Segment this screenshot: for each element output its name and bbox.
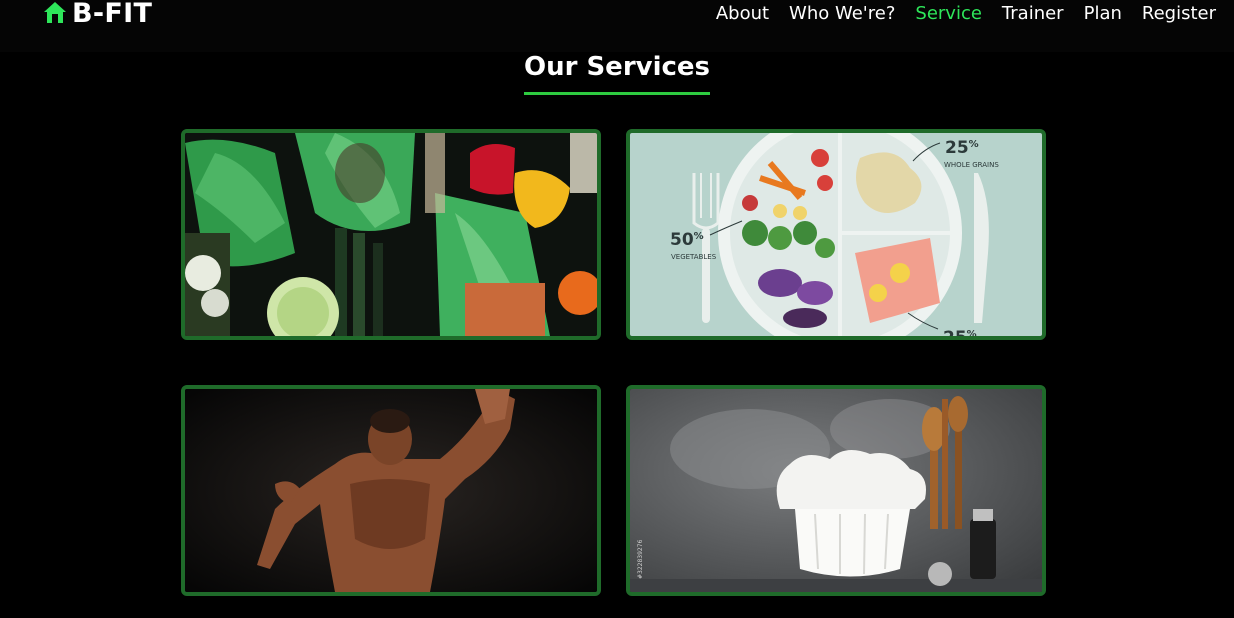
nav-register[interactable]: Register xyxy=(1142,3,1216,24)
chef-hat-image: #322839276 xyxy=(630,389,1042,592)
svg-text:25%: 25% xyxy=(943,328,977,336)
nav-service[interactable]: Service xyxy=(915,3,982,24)
nav-plan[interactable]: Plan xyxy=(1084,3,1122,24)
nav-who-we-are[interactable]: Who We're? xyxy=(789,3,895,24)
service-card-chef[interactable]: #322839276 xyxy=(626,385,1046,596)
main-menu: About Who We're? Service Trainer Plan Re… xyxy=(716,0,1216,26)
services-title: Our Services xyxy=(523,52,711,95)
services-header: Our Services xyxy=(0,52,1234,95)
top-navbar: B-FIT About Who We're? Service Trainer P… xyxy=(0,0,1234,52)
service-card-vegetables[interactable] xyxy=(181,129,601,340)
brand-name: B-FIT xyxy=(72,0,153,29)
svg-text:WHOLE GRAINS: WHOLE GRAINS xyxy=(944,161,999,169)
svg-text:#322839276: #322839276 xyxy=(637,539,644,579)
nutrition-plate-image: 25% WHOLE GRAINS 50% VEGETABLES 25% xyxy=(630,133,1042,336)
home-icon xyxy=(42,0,68,26)
service-card-training[interactable] xyxy=(181,385,601,596)
brand-logo[interactable]: B-FIT xyxy=(42,0,153,29)
vegetables-image xyxy=(185,133,597,336)
nav-about[interactable]: About xyxy=(716,3,769,24)
svg-text:VEGETABLES: VEGETABLES xyxy=(671,253,717,261)
service-card-nutrition-plate[interactable]: 25% WHOLE GRAINS 50% VEGETABLES 25% xyxy=(626,129,1046,340)
nav-trainer[interactable]: Trainer xyxy=(1002,3,1064,24)
bodybuilder-image xyxy=(185,389,597,592)
